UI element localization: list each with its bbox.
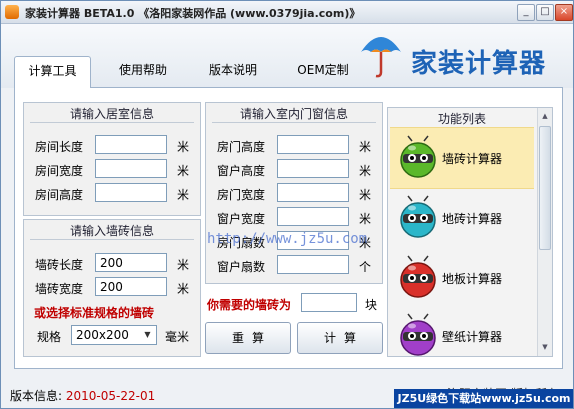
minimize-button[interactable]: _: [517, 4, 535, 21]
tab-calc-tools[interactable]: 计算工具: [14, 56, 91, 88]
window-count-label: 窗户扇数: [217, 260, 266, 274]
download-site-badge: JZ5U绿色下载站www.jz5u.com: [394, 389, 573, 408]
room-height-label: 房间高度: [35, 188, 84, 202]
function-item-label: 壁纸计算器: [442, 330, 503, 344]
function-item-label: 墙砖计算器: [442, 152, 503, 166]
close-button[interactable]: ×: [555, 4, 573, 21]
result-unit: 块: [365, 298, 378, 312]
ladybug-icon: [400, 135, 436, 178]
window-count-unit: 个: [359, 260, 372, 274]
room-width-unit: 米: [177, 164, 190, 178]
room-height-input[interactable]: [95, 183, 167, 202]
app-window: 家装计算器 BETA1.0 《洛阳家装网作品 (www.0379jia.com)…: [0, 0, 574, 409]
tile-width-label: 墙砖宽度: [35, 282, 84, 296]
result-label: 你需要的墙砖为: [207, 298, 292, 312]
tile-length-label: 墙砖长度: [35, 258, 84, 272]
window-width-unit: 米: [359, 212, 372, 226]
ladybug-icon: [400, 255, 436, 298]
calculate-button[interactable]: 计算: [297, 322, 383, 354]
function-item-wallpaper[interactable]: 壁纸计算器: [390, 306, 534, 356]
window-width-input[interactable]: [277, 207, 349, 226]
window-width-label: 窗户宽度: [217, 212, 266, 226]
ladybug-icon: [400, 195, 436, 238]
tile-width-unit: 米: [177, 282, 190, 296]
tile-spec-value: 200x200: [76, 328, 129, 342]
tile-info-title: 请输入墙砖信息: [24, 222, 200, 240]
title-bar[interactable]: 家装计算器 BETA1.0 《洛阳家装网作品 (www.0379jia.com)…: [1, 1, 573, 24]
window-height-unit: 米: [359, 164, 372, 178]
umbrella-logo-icon: [361, 37, 401, 78]
tile-spec-label: 规格: [37, 330, 62, 344]
version-info-value: 2010-05-22-01: [65, 389, 156, 403]
scrollbar-thumb[interactable]: [539, 126, 551, 250]
window-title: 家装计算器 BETA1.0 《洛阳家装网作品 (www.0379jia.com)…: [25, 7, 361, 20]
window-count-input[interactable]: [277, 255, 349, 274]
window-height-label: 窗户高度: [217, 164, 266, 178]
function-item-floor-tile[interactable]: 地砖计算器: [390, 188, 534, 248]
door-height-unit: 米: [359, 140, 372, 154]
tile-width-input[interactable]: 200: [95, 277, 167, 296]
reset-button[interactable]: 重算: [205, 322, 291, 354]
app-icon: [5, 5, 19, 19]
door-height-input[interactable]: [277, 135, 349, 154]
function-list-title: 功能列表: [437, 112, 486, 126]
room-height-unit: 米: [177, 188, 190, 202]
tab-oem[interactable]: OEM定制: [281, 56, 365, 85]
watermark-url: http://www.jz5u.com: [207, 231, 368, 247]
function-item-floorboard[interactable]: 地板计算器: [390, 248, 534, 308]
function-item-label: 地板计算器: [442, 272, 503, 286]
door-window-title: 请输入室内门窗信息: [206, 105, 382, 123]
tile-length-input[interactable]: 200: [95, 253, 167, 272]
chevron-down-icon[interactable]: ▼: [141, 328, 154, 342]
tab-version-notes[interactable]: 版本说明: [191, 56, 275, 85]
tile-spec-select[interactable]: 200x200 ▼: [71, 325, 157, 345]
room-width-label: 房间宽度: [35, 164, 84, 178]
status-bar: 版本信息: 2010-05-22-01: [10, 387, 155, 404]
door-height-label: 房门高度: [217, 140, 266, 154]
function-item-wall-tile[interactable]: 墙砖计算器: [390, 127, 534, 189]
room-info-title: 请输入居室信息: [24, 105, 200, 123]
tile-standard-hint: 或选择标准规格的墙砖: [34, 306, 155, 320]
ladybug-icon: [400, 313, 436, 356]
maximize-button[interactable]: □: [536, 4, 554, 21]
scroll-up-icon[interactable]: ▲: [539, 109, 551, 123]
scroll-down-icon[interactable]: ▼: [539, 340, 551, 354]
function-list-scrollbar[interactable]: ▲ ▼: [537, 108, 552, 356]
room-width-input[interactable]: [95, 159, 167, 178]
door-width-label: 房门宽度: [217, 188, 266, 202]
room-length-unit: 米: [177, 140, 190, 154]
door-width-input[interactable]: [277, 183, 349, 202]
version-info-label: 版本信息:: [10, 389, 63, 403]
tile-spec-unit: 毫米: [165, 330, 190, 344]
result-output: [301, 293, 357, 312]
door-width-unit: 米: [359, 188, 372, 202]
brand-logo-text: 家装计算器: [411, 49, 547, 79]
window-height-input[interactable]: [277, 159, 349, 178]
tile-length-unit: 米: [177, 258, 190, 272]
room-length-input[interactable]: [95, 135, 167, 154]
function-list: 功能列表 墙砖计算器 地砖计算器 地板计算器 壁纸计算器 ▲ ▼: [387, 107, 553, 357]
tab-help[interactable]: 使用帮助: [101, 56, 185, 85]
room-length-label: 房间长度: [35, 140, 84, 154]
function-item-label: 地砖计算器: [442, 212, 503, 226]
